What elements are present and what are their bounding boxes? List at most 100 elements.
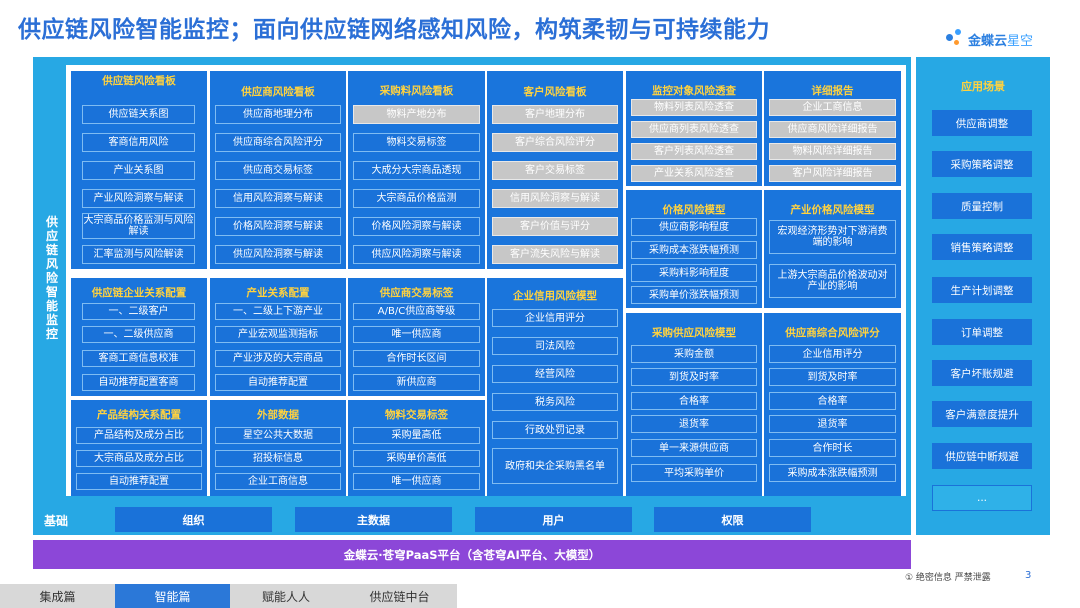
industry-relation-drill-item[interactable]: 产业关系风险透查: [631, 165, 757, 182]
base-organization[interactable]: 组织: [115, 507, 272, 532]
business-info-calibration-item[interactable]: 客商工商信息校准: [82, 350, 195, 367]
procurement-blacklist-item[interactable]: 政府和央企采购黑名单: [492, 448, 618, 484]
supplier-trade-tag-item[interactable]: 供应商交易标签: [215, 161, 341, 180]
product-composition-item[interactable]: 产品结构及成分占比: [76, 427, 202, 444]
commodity-composition-item[interactable]: 大宗商品及成分占比: [76, 450, 202, 467]
customer-trade-tag-item[interactable]: 客户交易标签: [492, 161, 618, 180]
customer-report-item[interactable]: 客户风险详细报告: [769, 165, 896, 182]
cooperation-period-item[interactable]: 合作时长区间: [353, 350, 480, 367]
bidding-info-item[interactable]: 招投标信息: [215, 450, 341, 467]
auto-config-item[interactable]: 自动推荐配置: [76, 473, 202, 490]
material-list-drill-item[interactable]: 物料列表风险透查: [631, 99, 757, 116]
commodity-price-risk-item[interactable]: 大宗商品价格监测与风险解读: [82, 213, 195, 239]
price-risk-insight-item[interactable]: 价格风险洞察与解读: [215, 217, 341, 236]
scenario-sales-strategy[interactable]: 销售策略调整: [932, 234, 1032, 260]
panel-title: 价格风险模型: [662, 204, 726, 216]
industry-graph-item[interactable]: 产业关系图: [82, 161, 195, 180]
industry-tier-item[interactable]: 一、二级上下游产业: [215, 303, 341, 320]
admin-penalty-item[interactable]: 行政处罚记录: [492, 421, 618, 439]
credit-score-item[interactable]: 企业信用评分: [492, 309, 618, 327]
supplier-tier-item[interactable]: 一、二级供应商: [82, 326, 195, 343]
supplier-grade-item[interactable]: A/B/C供应商等级: [353, 303, 480, 320]
tab-intelligence[interactable]: 智能篇: [115, 584, 230, 608]
new-supplier-item[interactable]: 新供应商: [353, 374, 480, 391]
panel-title: 采购供应风险模型: [652, 327, 736, 339]
scenario-more[interactable]: ...: [932, 485, 1032, 511]
purchase-unit-price-item[interactable]: 采购单价高低: [353, 450, 480, 467]
on-time-rate-item[interactable]: 到货及时率: [769, 368, 896, 386]
credit-risk-insight-item[interactable]: 信用风险洞察与解读: [492, 189, 618, 208]
customer-risk-score-item[interactable]: 客户综合风险评分: [492, 133, 618, 152]
credit-risk-insight-item[interactable]: 信用风险洞察与解读: [215, 189, 341, 208]
scenario-quality-control[interactable]: 质量控制: [932, 193, 1032, 219]
scenario-supplier-adjust[interactable]: 供应商调整: [932, 110, 1032, 136]
purchase-amount-item[interactable]: 采购金额: [631, 345, 757, 363]
scenario-customer-satisfaction[interactable]: 客户满意度提升: [932, 401, 1032, 427]
customer-value-item[interactable]: 客户价值与评分: [492, 217, 618, 236]
scenario-bad-debt[interactable]: 客户坏账规避: [932, 360, 1032, 386]
industry-risk-insight-item[interactable]: 产业风险洞察与解读: [82, 189, 195, 208]
supplier-geo-item[interactable]: 供应商地理分布: [215, 105, 341, 124]
business-info-item[interactable]: 企业工商信息: [215, 473, 341, 490]
supply-chain-graph-item[interactable]: 供应链关系图: [82, 105, 195, 124]
supplier-risk-score-item[interactable]: 供应商综合风险评分: [215, 133, 341, 152]
supply-risk-insight-item[interactable]: 供应风险洞察与解读: [215, 245, 341, 264]
customer-tier-item[interactable]: 一、二级客户: [82, 303, 195, 320]
macro-impact-item[interactable]: 宏观经济形势对下游消费端的影响: [769, 220, 896, 254]
material-origin-item[interactable]: 物料产地分布: [353, 105, 480, 124]
supplier-report-item[interactable]: 供应商风险详细报告: [769, 121, 896, 138]
cost-forecast-item[interactable]: 采购成本涨跌幅预测: [769, 464, 896, 482]
cooperation-duration-item[interactable]: 合作时长: [769, 439, 896, 457]
panel-monitor-object-drill: 监控对象风险透查 物料列表风险透查 供应商列表风险透查 客户列表风险透查 产业关…: [626, 71, 762, 186]
customer-churn-item[interactable]: 客户流失风险与解读: [492, 245, 618, 264]
price-risk-insight-item[interactable]: 价格风险洞察与解读: [353, 217, 480, 236]
commodity-impact-item[interactable]: 上游大宗商品价格波动对产业的影响: [769, 264, 896, 298]
scenario-disruption-avoid[interactable]: 供应链中断规避: [932, 443, 1032, 469]
purchase-volume-item[interactable]: 采购量高低: [353, 427, 480, 444]
base-permission[interactable]: 权限: [654, 507, 811, 532]
judicial-risk-item[interactable]: 司法风险: [492, 337, 618, 355]
tax-risk-item[interactable]: 税务风险: [492, 393, 618, 411]
customer-list-drill-item[interactable]: 客户列表风险透查: [631, 143, 757, 160]
base-master-data[interactable]: 主数据: [295, 507, 452, 532]
industry-commodity-item[interactable]: 产业涉及的大宗商品: [215, 350, 341, 367]
sole-supplier-item[interactable]: 唯一供应商: [353, 326, 480, 343]
pass-rate-item[interactable]: 合格率: [631, 392, 757, 410]
fx-risk-item[interactable]: 汇率监测与风险解读: [82, 245, 195, 264]
macro-indicator-item[interactable]: 产业宏观监测指标: [215, 326, 341, 343]
customer-geo-item[interactable]: 客户地理分布: [492, 105, 618, 124]
operating-risk-item[interactable]: 经营风险: [492, 365, 618, 383]
scenario-production-plan[interactable]: 生产计划调整: [932, 277, 1032, 303]
material-impact-item[interactable]: 采购料影响程度: [631, 264, 757, 282]
tab-empower[interactable]: 赋能人人: [230, 584, 342, 608]
supplier-list-drill-item[interactable]: 供应商列表风险透查: [631, 121, 757, 138]
material-report-item[interactable]: 物料风险详细报告: [769, 143, 896, 160]
tab-supply-chain-center[interactable]: 供应链中台: [342, 584, 457, 608]
business-info-item[interactable]: 企业工商信息: [769, 99, 896, 116]
on-time-rate-item[interactable]: 到货及时率: [631, 368, 757, 386]
panel-supply-chain-dashboard: 供应链风险看板 供应链关系图 客商信用风险 产业关系图 产业风险洞察与解读 大宗…: [71, 71, 207, 269]
sole-supplier-item[interactable]: 唯一供应商: [353, 473, 480, 490]
supply-risk-insight-item[interactable]: 供应风险洞察与解读: [353, 245, 480, 264]
auto-config-item[interactable]: 自动推荐配置: [215, 374, 341, 391]
supplier-impact-item[interactable]: 供应商影响程度: [631, 218, 757, 236]
return-rate-item[interactable]: 退货率: [631, 415, 757, 433]
credit-score-item[interactable]: 企业信用评分: [769, 345, 896, 363]
panel-enterprise-credit-model: 企业信用风险模型 企业信用评分 司法风险 经营风险 税务风险 行政处罚记录 政府…: [487, 278, 623, 496]
single-source-item[interactable]: 单一来源供应商: [631, 439, 757, 457]
pass-rate-item[interactable]: 合格率: [769, 392, 896, 410]
scenario-purchase-strategy[interactable]: 采购策略调整: [932, 151, 1032, 177]
public-bigdata-item[interactable]: 星空公共大数据: [215, 427, 341, 444]
return-rate-item[interactable]: 退货率: [769, 415, 896, 433]
scenario-order-adjust[interactable]: 订单调整: [932, 319, 1032, 345]
tab-integration[interactable]: 集成篇: [0, 584, 115, 608]
unit-price-forecast-item[interactable]: 采购单价涨跌幅预测: [631, 286, 757, 304]
material-trade-tag-item[interactable]: 物料交易标签: [353, 133, 480, 152]
cost-forecast-item[interactable]: 采购成本涨跌幅预测: [631, 241, 757, 259]
base-user[interactable]: 用户: [475, 507, 632, 532]
commodity-price-monitor-item[interactable]: 大宗商品价格监测: [353, 189, 480, 208]
auto-config-partners-item[interactable]: 自动推荐配置客商: [82, 374, 195, 391]
avg-unit-price-item[interactable]: 平均采购单价: [631, 464, 757, 482]
customer-credit-risk-item[interactable]: 客商信用风险: [82, 133, 195, 152]
commodity-transparency-item[interactable]: 大成分大宗商品透现: [353, 161, 480, 180]
